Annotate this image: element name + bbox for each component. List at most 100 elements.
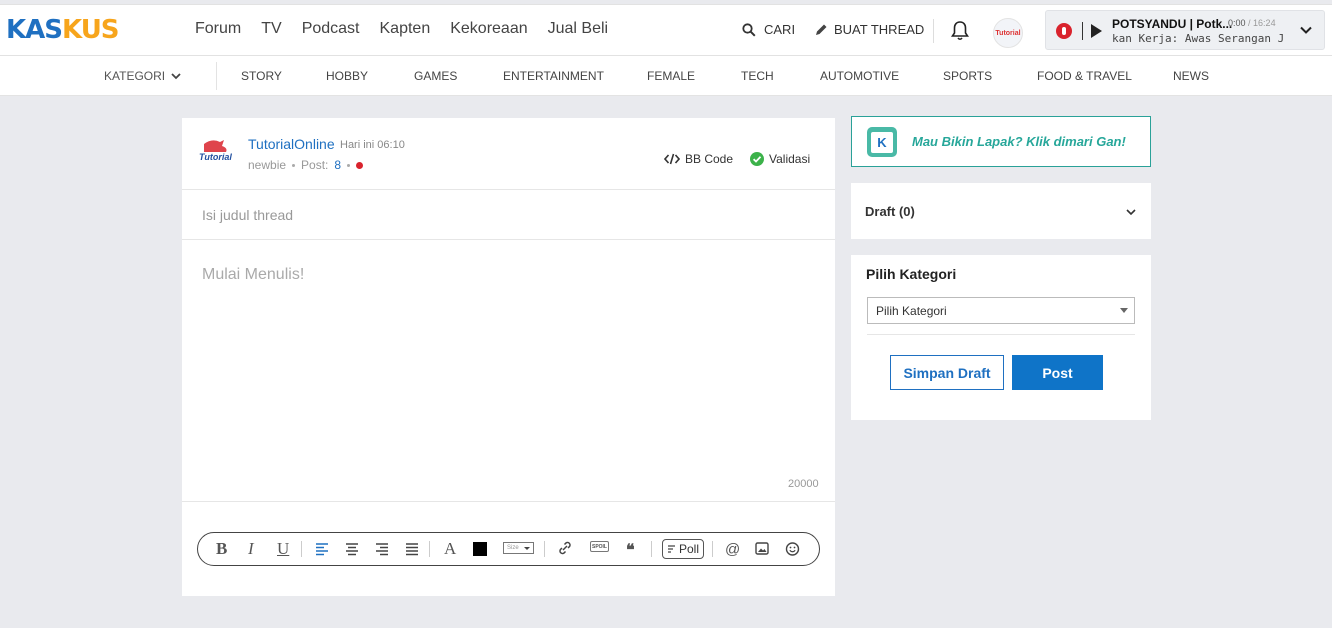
chevron-down-icon[interactable] — [1299, 23, 1313, 37]
spoiler-button[interactable]: SPOIL — [590, 541, 609, 552]
category-bar: KATEGORI STORY HOBBY GAMES ENTERTAINMENT… — [0, 56, 1332, 96]
user-avatar[interactable]: Tutorial — [993, 18, 1023, 48]
category-female[interactable]: FEMALE — [647, 69, 695, 83]
top-header: KASKUS Forum TV Podcast Kapten Kekoreaan… — [0, 4, 1332, 56]
category-select[interactable]: Pilih Kategori — [867, 297, 1135, 324]
poll-button[interactable]: Poll — [662, 539, 704, 559]
category-divider — [216, 62, 217, 90]
nav-forum[interactable]: Forum — [195, 20, 241, 38]
search-label: CARI — [764, 22, 796, 37]
create-thread-button[interactable]: BUAT THREAD — [814, 22, 924, 37]
header-divider — [933, 19, 934, 43]
author-meta: newbie Post: 8 — [248, 158, 364, 172]
nav-jual-beli[interactable]: Jual Beli — [548, 20, 608, 38]
kategori-dropdown[interactable]: KATEGORI — [104, 69, 181, 83]
nav-kapten[interactable]: Kapten — [380, 20, 431, 38]
toolbar-divider — [712, 541, 713, 557]
category-panel: Pilih Kategori Pilih Kategori Simpan Dra… — [851, 255, 1151, 420]
toolbar-divider — [651, 541, 652, 557]
thread-title-input[interactable] — [182, 191, 835, 240]
nav-podcast[interactable]: Podcast — [302, 20, 360, 38]
align-left-icon[interactable] — [315, 540, 329, 558]
author-rank: newbie — [248, 158, 287, 172]
post-button[interactable]: Post — [1012, 355, 1103, 390]
pencil-icon — [816, 24, 827, 35]
validasi-label: Validasi — [769, 152, 811, 166]
toolbar-divider — [544, 541, 545, 557]
formatting-toolbar: B I U A Size SPOIL ❝ Poll @ — [197, 532, 820, 566]
kaskus-logo[interactable]: KASKUS — [6, 15, 120, 45]
align-center-icon[interactable] — [345, 540, 359, 558]
chevron-down-icon — [171, 73, 181, 80]
draft-panel[interactable]: Draft (0) — [851, 183, 1151, 239]
podcast-player[interactable]: POTSYANDU | Potk... 0:00 / 16:24 kan Ker… — [1045, 10, 1325, 50]
toolbar-divider — [301, 541, 302, 557]
category-entertainment[interactable]: ENTERTAINMENT — [503, 69, 604, 83]
bbcode-toggle[interactable]: BB Code — [664, 152, 733, 166]
align-justify-icon[interactable] — [405, 540, 419, 558]
category-story[interactable]: STORY — [241, 69, 282, 83]
quote-button[interactable]: ❝ — [626, 540, 635, 559]
category-automotive[interactable]: AUTOMOTIVE — [820, 69, 899, 83]
chevron-down-icon[interactable] — [1124, 205, 1138, 219]
validasi-button[interactable]: Validasi — [750, 152, 810, 166]
emoji-icon[interactable] — [785, 540, 800, 558]
code-icon — [664, 153, 680, 165]
author-avatar-image: Tutorial — [199, 140, 232, 162]
meta-separator — [347, 163, 351, 167]
draft-label: Draft (0) — [865, 204, 915, 219]
category-food-travel[interactable]: FOOD & TRAVEL — [1037, 69, 1132, 83]
underline-button[interactable]: U — [277, 539, 289, 558]
bold-button[interactable]: B — [216, 539, 227, 558]
search-button[interactable]: CARI — [742, 22, 795, 37]
char-counter: 20000 — [788, 478, 819, 490]
image-icon[interactable] — [755, 540, 769, 558]
thread-editor: Tutorial TutorialOnline Hari ini 06:10 n… — [182, 118, 835, 596]
poll-label: Poll — [678, 542, 699, 556]
search-icon — [742, 22, 756, 37]
nav-tv[interactable]: TV — [261, 20, 281, 38]
create-thread-label: BUAT THREAD — [834, 22, 925, 37]
post-count[interactable]: 8 — [334, 158, 341, 172]
author-name[interactable]: TutorialOnline — [248, 136, 335, 152]
category-tech[interactable]: TECH — [741, 69, 774, 83]
category-panel-divider — [867, 334, 1135, 335]
font-size-select[interactable]: Size — [503, 542, 534, 554]
poll-icon — [667, 545, 675, 553]
nav-kekoreaan[interactable]: Kekoreaan — [450, 20, 527, 38]
player-current-time: 0:00 — [1228, 18, 1246, 28]
status-dot-icon — [356, 161, 364, 169]
category-hobby[interactable]: HOBBY — [326, 69, 368, 83]
mention-button[interactable]: @ — [725, 540, 740, 558]
align-right-icon[interactable] — [375, 540, 389, 558]
play-icon[interactable] — [1091, 24, 1102, 38]
player-total-time: / 16:24 — [1248, 18, 1276, 28]
author-row: Tutorial TutorialOnline Hari ini 06:10 n… — [182, 118, 835, 190]
kaskus-lapak-icon: K — [867, 126, 897, 157]
caret-down-icon — [1120, 308, 1128, 313]
post-label: Post: — [301, 158, 329, 172]
category-sports[interactable]: SPORTS — [943, 69, 992, 83]
bbcode-label: BB Code — [685, 152, 734, 166]
text-color-button[interactable] — [473, 542, 487, 556]
link-icon[interactable] — [558, 540, 572, 558]
caret-down-icon — [524, 547, 530, 550]
thread-body-input[interactable] — [182, 241, 835, 499]
category-select-value: Pilih Kategori — [876, 304, 947, 318]
lapak-icon-letter: K — [877, 134, 887, 150]
author-avatar[interactable]: Tutorial — [198, 138, 232, 164]
category-games[interactable]: GAMES — [414, 69, 457, 83]
bell-icon[interactable] — [950, 20, 970, 42]
podcast-icon — [1056, 23, 1072, 39]
player-title: POTSYANDU | Potk... — [1112, 17, 1233, 31]
save-draft-button[interactable]: Simpan Draft — [890, 355, 1004, 390]
lapak-banner-text: Mau Bikin Lapak? Klik dimari Gan! — [912, 134, 1126, 149]
logo-text-a: KAS — [6, 15, 63, 45]
italic-button[interactable]: I — [248, 539, 254, 558]
category-panel-title: Pilih Kategori — [866, 266, 957, 282]
category-news[interactable]: NEWS — [1173, 69, 1209, 83]
font-button[interactable]: A — [444, 539, 456, 558]
lapak-banner[interactable]: K Mau Bikin Lapak? Klik dimari Gan! — [851, 116, 1151, 167]
check-circle-icon — [750, 152, 764, 166]
toolbar-divider — [429, 541, 430, 557]
